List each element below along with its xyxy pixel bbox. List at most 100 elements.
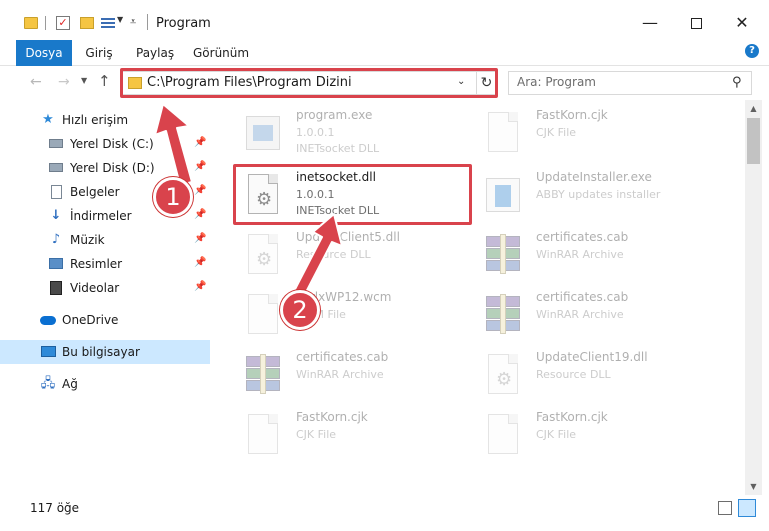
forward-button[interactable]: → <box>58 74 70 90</box>
pin-icon[interactable]: 📌 <box>194 137 206 148</box>
sidebar-item-label: Bu bilgisayar <box>62 345 140 359</box>
sidebar-item-pictures[interactable]: Resimler 📌 <box>0 252 210 276</box>
page-icon <box>242 292 282 340</box>
pin-icon[interactable]: 📌 <box>194 233 206 244</box>
file-description: ABBY updates installer <box>536 188 661 201</box>
file-type: CJK File <box>536 126 577 139</box>
tab-share[interactable]: Paylaş <box>136 40 174 66</box>
pictures-icon <box>48 256 64 272</box>
pin-icon[interactable]: 📌 <box>194 209 206 220</box>
list-item[interactable]: certificates.cab WinRAR Archive <box>478 226 718 286</box>
list-item[interactable]: program.exe 1.0.0.1 INETsocket DLL <box>238 104 478 164</box>
file-type: WinRAR Archive <box>536 248 624 261</box>
maximize-button[interactable] <box>673 8 719 38</box>
window-title: Program <box>156 16 211 31</box>
ribbon-tabs: Dosya Giriş Paylaş Görünüm ? <box>0 40 769 66</box>
computer-icon <box>40 344 56 360</box>
search-icon[interactable]: ⚲ <box>732 75 742 90</box>
maximize-icon <box>690 18 702 29</box>
list-item[interactable]: FastKorn.cjk CJK File <box>478 406 718 466</box>
back-button[interactable]: ← <box>30 74 42 90</box>
rar-icon <box>482 292 522 340</box>
file-description: INETsocket DLL <box>296 142 380 155</box>
navigation-pane: ★ Hızlı erişim Yerel Disk (C:) 📌 Yerel D… <box>0 100 210 495</box>
sidebar-item-this-pc[interactable]: Bu bilgisayar <box>0 340 210 364</box>
status-bar: 117 öğe <box>0 495 769 531</box>
file-type: Resource DLL <box>536 368 611 381</box>
installer-icon <box>482 172 522 220</box>
list-item[interactable]: certificates.cab WinRAR Archive <box>238 346 478 406</box>
sidebar-item-network[interactable]: 🖧 Ağ <box>0 372 210 396</box>
step-1-badge: 1 <box>153 177 193 217</box>
close-button[interactable]: ✕ <box>719 8 765 38</box>
page-icon <box>242 412 282 460</box>
help-icon[interactable]: ? <box>745 44 759 58</box>
file-name: program.exe <box>296 108 373 122</box>
list-item[interactable]: FastKorn.cjk CJK File <box>478 104 718 164</box>
sidebar-item-label: İndirmeler <box>70 209 132 223</box>
sidebar-item-label: Müzik <box>70 233 105 247</box>
file-name: UpdateClient5.dll <box>296 230 400 244</box>
file-type: WinRAR Archive <box>536 308 624 321</box>
sidebar-item-label: OneDrive <box>62 313 119 327</box>
folder-icon <box>24 17 38 29</box>
sidebar-item-videos[interactable]: Videolar 📌 <box>0 276 210 300</box>
customize-toolbar-icon[interactable]: ⩡ <box>130 15 136 31</box>
dll-icon: ⚙ <box>482 352 522 400</box>
title-separator <box>147 14 148 30</box>
file-name: FastKorn.cjk <box>536 410 608 424</box>
scroll-thumb[interactable] <box>747 118 760 164</box>
list-item[interactable]: certificates.cab WinRAR Archive <box>478 286 718 346</box>
sidebar-item-onedrive[interactable]: OneDrive <box>0 308 210 332</box>
list-item[interactable]: ⚙ UpdateClient5.dll Resource DLL <box>238 226 478 286</box>
videos-icon <box>48 280 64 296</box>
file-name: certificates.cab <box>536 230 629 244</box>
sidebar-item-drive-d[interactable]: Yerel Disk (D:) 📌 <box>0 156 210 180</box>
properties-icon[interactable] <box>101 16 115 30</box>
cloud-icon <box>40 312 56 328</box>
sidebar-item-label: Resimler <box>70 257 123 271</box>
star-icon: ★ <box>42 112 54 127</box>
file-name: UpdateClient19.dll <box>536 350 648 364</box>
search-placeholder: Ara: Program <box>517 75 596 89</box>
scroll-down-button[interactable]: ▼ <box>745 478 762 495</box>
up-button[interactable]: ↑ <box>98 72 111 90</box>
vertical-scrollbar[interactable]: ▲ ▼ <box>745 100 762 495</box>
rar-icon <box>242 352 282 400</box>
title-bar: ✓ ▼ ⩡ Program — ✕ <box>0 0 769 40</box>
tab-file[interactable]: Dosya <box>16 40 72 66</box>
list-item[interactable]: FastKorn.cjk CJK File <box>238 406 478 466</box>
list-item[interactable]: UpdateInstaller.exe ABBY updates install… <box>478 166 718 226</box>
scroll-up-button[interactable]: ▲ <box>745 100 762 117</box>
exe-icon <box>242 110 282 158</box>
file-name: certificates.cab <box>536 290 629 304</box>
file-name: FastKorn.cjk <box>536 108 608 122</box>
tab-view[interactable]: Görünüm <box>193 40 249 66</box>
sidebar-item-drive-c[interactable]: Yerel Disk (C:) 📌 <box>0 132 210 156</box>
file-type: CJK File <box>536 428 577 441</box>
drive-icon <box>48 160 64 176</box>
tab-home[interactable]: Giriş <box>85 40 113 66</box>
pin-icon[interactable]: 📌 <box>194 185 206 196</box>
sidebar-item-label: Ağ <box>62 377 78 391</box>
properties-check-icon[interactable]: ✓ <box>56 16 70 30</box>
chevron-down-icon[interactable]: ▼ <box>117 15 123 31</box>
recent-locations-button[interactable]: ▼ <box>81 76 87 85</box>
pin-icon[interactable]: 📌 <box>194 161 206 172</box>
list-item[interactable]: ForlxWP12.wcm WCM File <box>238 286 478 346</box>
list-item[interactable]: ⚙ UpdateClient19.dll Resource DLL <box>478 346 718 406</box>
minimize-button[interactable]: — <box>627 8 673 38</box>
sidebar-item-quick-access[interactable]: ★ Hızlı erişim <box>0 108 210 132</box>
sidebar-item-label: Belgeler <box>70 185 120 199</box>
file-name: UpdateInstaller.exe <box>536 170 652 184</box>
network-icon: 🖧 <box>40 376 56 391</box>
pin-icon[interactable]: 📌 <box>194 257 206 268</box>
pin-icon[interactable]: 📌 <box>194 281 206 292</box>
page-icon <box>482 110 522 158</box>
large-icons-view-button[interactable] <box>738 499 756 517</box>
documents-icon <box>48 184 64 200</box>
sidebar-item-music[interactable]: ♪ Müzik 📌 <box>0 228 210 252</box>
file-type: WinRAR Archive <box>296 368 384 381</box>
new-folder-icon[interactable] <box>80 17 94 29</box>
details-view-button[interactable] <box>718 501 732 515</box>
